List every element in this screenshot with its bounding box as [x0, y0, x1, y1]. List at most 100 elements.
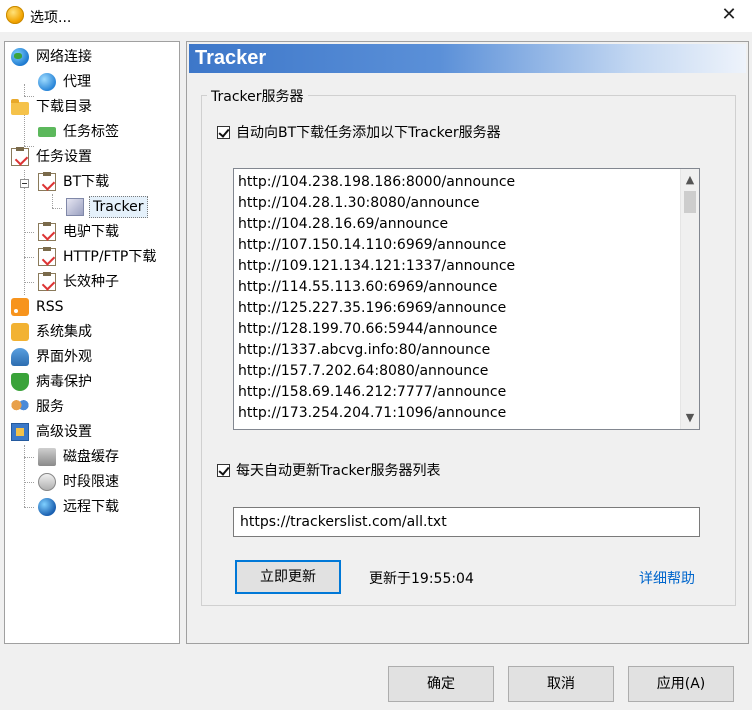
auto-add-trackers-checkbox[interactable]: 自动向BT下载任务添加以下Tracker服务器 [217, 122, 501, 142]
tree-line [24, 507, 34, 508]
tree-line [24, 84, 25, 96]
cube-icon [66, 198, 84, 216]
clipboard-icon [38, 247, 56, 266]
proxy-globe-icon [38, 73, 56, 91]
list-item[interactable]: http://128.199.70.66:5944/announce [238, 319, 497, 340]
tree-item-network[interactable]: 网络连接 [11, 46, 94, 68]
list-item[interactable]: http://104.28.1.30:8080/announce [238, 193, 480, 214]
list-item[interactable]: http://107.150.14.110:6969/announce [238, 235, 506, 256]
app-icon [6, 6, 24, 24]
rss-icon [11, 298, 29, 316]
service-icon [11, 398, 29, 416]
person-icon [11, 348, 29, 366]
clipboard-icon [38, 222, 56, 241]
chevron-up-icon[interactable]: ▲ [681, 171, 699, 189]
checkbox-box[interactable] [217, 125, 230, 139]
tree-item-label: 网络连接 [36, 49, 92, 65]
tree-item-edonkey[interactable]: 电驴下载 [38, 221, 121, 243]
clipboard-icon [11, 147, 29, 166]
tree-item-download-dir[interactable]: 下载目录 [11, 96, 94, 118]
tree-item-service[interactable]: 服务 [11, 396, 66, 418]
tree-item-label: 病毒保护 [36, 374, 92, 390]
help-link[interactable]: 详细帮助 [639, 568, 695, 588]
group-title: Tracker服务器 [207, 86, 308, 106]
tree-line [52, 208, 62, 209]
tree-item-rss[interactable]: RSS [11, 296, 66, 318]
tree-item-label: 系统集成 [36, 324, 92, 340]
tree-item-label: 下载目录 [36, 99, 92, 115]
close-button[interactable]: ✕ [706, 0, 752, 32]
tracker-list[interactable]: http://104.238.198.186:8000/announce htt… [233, 168, 700, 430]
tree-item-advanced[interactable]: 高级设置 [11, 421, 94, 443]
scrollbar-thumb[interactable] [684, 191, 696, 213]
tree-item-label: 代理 [63, 74, 91, 90]
checkbox-label: 自动向BT下载任务添加以下Tracker服务器 [236, 125, 501, 141]
tree-item-label: BT下载 [63, 174, 110, 190]
list-item[interactable]: http://114.55.113.60:6969/announce [238, 277, 497, 298]
tree-line [24, 457, 34, 458]
tree-item-http-ftp[interactable]: HTTP/FTP下载 [38, 246, 158, 268]
checkbox-box[interactable] [217, 463, 230, 477]
update-status-text: 更新于19:55:04 [369, 571, 474, 587]
list-item[interactable]: http://173.254.204.71:1096/announce [238, 403, 506, 424]
tree-item-time-limit[interactable]: 时段限速 [38, 471, 121, 493]
update-now-button[interactable]: 立即更新 [235, 560, 341, 594]
collapse-toggle[interactable] [20, 179, 29, 188]
tree-item-disk-cache[interactable]: 磁盘缓存 [38, 446, 121, 468]
tree-line [24, 445, 25, 507]
options-tree[interactable]: 网络连接 代理 下载目录 任务标签 任务设置 BT下载 Tracker 电驴下载… [4, 41, 180, 644]
shield-icon [11, 373, 29, 391]
tree-item-label: 任务设置 [36, 149, 92, 165]
title-bar: 选项... ✕ [0, 0, 752, 32]
tree-item-label: 高级设置 [36, 424, 92, 440]
tree-item-tracker[interactable]: Tracker [66, 196, 148, 218]
tree-item-remote-download[interactable]: 远程下载 [38, 496, 121, 518]
tree-line [24, 257, 34, 258]
list-item[interactable]: http://104.238.198.186:8000/announce [238, 172, 515, 193]
tree-item-task-settings[interactable]: 任务设置 [11, 146, 94, 168]
remote-download-icon [38, 498, 56, 516]
puzzle-icon [11, 323, 29, 341]
chevron-down-icon[interactable]: ▼ [681, 409, 699, 427]
tree-item-appearance[interactable]: 界面外观 [11, 346, 94, 368]
tree-item-label: 长效种子 [63, 274, 119, 290]
list-item[interactable]: http://109.121.134.121:1337/announce [238, 256, 515, 277]
tree-item-label: RSS [36, 299, 64, 315]
clipboard-icon [38, 272, 56, 291]
list-scrollbar[interactable]: ▲ ▼ [680, 169, 699, 429]
list-item[interactable]: http://157.7.202.64:8080/announce [238, 361, 488, 382]
advanced-settings-icon [11, 423, 29, 441]
tree-item-virus-protection[interactable]: 病毒保护 [11, 371, 94, 393]
tree-line [24, 482, 34, 483]
cancel-button[interactable]: 取消 [508, 666, 614, 702]
settings-panel: Tracker Tracker服务器 自动向BT下载任务添加以下Tracker服… [186, 41, 749, 644]
list-item[interactable]: http://125.227.35.196:6969/announce [238, 298, 506, 319]
list-item[interactable]: http://1337.abcvg.info:80/announce [238, 340, 490, 361]
tree-item-label: 磁盘缓存 [63, 449, 119, 465]
disk-cache-icon [38, 448, 56, 466]
tree-item-label: 电驴下载 [63, 224, 119, 240]
tree-line [24, 282, 34, 283]
apply-button[interactable]: 应用(A) [628, 666, 734, 702]
tree-item-proxy[interactable]: 代理 [38, 71, 93, 93]
tree-line [52, 194, 53, 208]
tree-item-label: 任务标签 [63, 124, 119, 140]
tree-item-label: 服务 [36, 399, 64, 415]
folder-icon [11, 99, 29, 115]
auto-update-trackers-checkbox[interactable]: 每天自动更新Tracker服务器列表 [217, 460, 441, 480]
tree-item-task-tags[interactable]: 任务标签 [38, 121, 121, 143]
list-item[interactable]: http://104.28.16.69/announce [238, 214, 448, 235]
tree-item-bt-download[interactable]: BT下载 [38, 171, 111, 193]
list-item[interactable]: http://158.69.146.212:7777/announce [238, 382, 506, 403]
clipboard-icon [38, 172, 56, 191]
panel-header: Tracker [189, 44, 746, 73]
checkbox-label: 每天自动更新Tracker服务器列表 [236, 463, 441, 479]
tree-item-label: Tracker [89, 196, 148, 218]
tree-item-label: 远程下载 [63, 499, 119, 515]
tree-line [24, 232, 34, 233]
globe-network-icon [11, 48, 29, 66]
tracker-list-url-input[interactable]: https://trackerslist.com/all.txt [233, 507, 700, 537]
ok-button[interactable]: 确定 [388, 666, 494, 702]
tree-item-long-seed[interactable]: 长效种子 [38, 271, 121, 293]
tree-item-system-integration[interactable]: 系统集成 [11, 321, 94, 343]
